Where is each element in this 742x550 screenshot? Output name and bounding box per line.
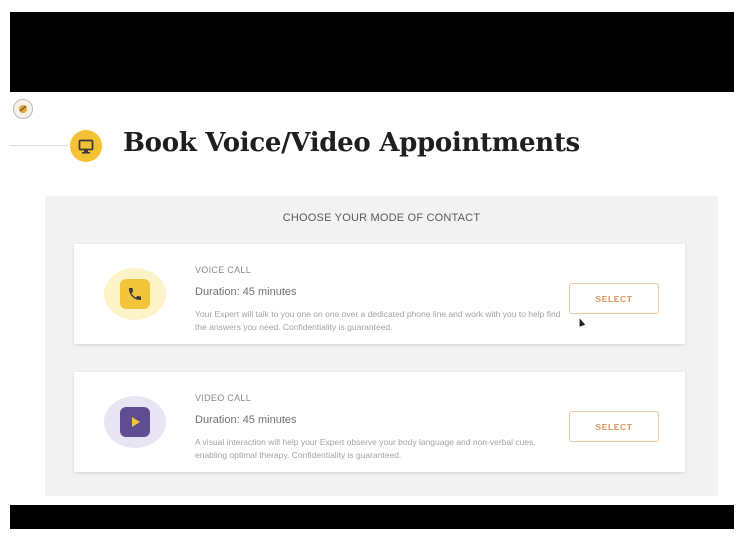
contact-mode-panel: CHOOSE YOUR MODE OF CONTACT VOICE CALL D… xyxy=(45,196,718,496)
video-call-card: VIDEO CALL Duration: 45 minutes A visual… xyxy=(74,372,685,472)
video-select-button[interactable]: SELECT xyxy=(569,411,659,442)
video-icon-halo xyxy=(104,396,166,448)
play-icon xyxy=(120,407,150,437)
brand-logo-icon[interactable] xyxy=(13,99,33,119)
phone-icon xyxy=(120,279,150,309)
video-call-label: VIDEO CALL xyxy=(195,393,252,403)
panel-heading: CHOOSE YOUR MODE OF CONTACT xyxy=(282,212,481,224)
voice-call-description: Your Expert will talk to you one on one … xyxy=(195,309,561,332)
video-call-duration: Duration: 45 minutes xyxy=(195,414,297,426)
letterbox-top xyxy=(10,12,734,92)
voice-icon-halo xyxy=(104,268,166,320)
video-call-description: A visual interaction will help your Expe… xyxy=(195,437,536,460)
voice-call-card: VOICE CALL Duration: 45 minutes Your Exp… xyxy=(74,244,685,344)
voice-call-label: VOICE CALL xyxy=(195,265,252,275)
voice-call-duration: Duration: 45 minutes xyxy=(195,286,297,298)
page-title: Book Voice/Video Appointments xyxy=(123,128,580,158)
monitor-icon xyxy=(70,130,102,162)
letterbox-bottom xyxy=(10,505,734,529)
page-frame: Book Voice/Video Appointments CHOOSE YOU… xyxy=(10,92,734,505)
voice-select-button[interactable]: SELECT xyxy=(569,283,659,314)
title-divider xyxy=(10,145,68,146)
